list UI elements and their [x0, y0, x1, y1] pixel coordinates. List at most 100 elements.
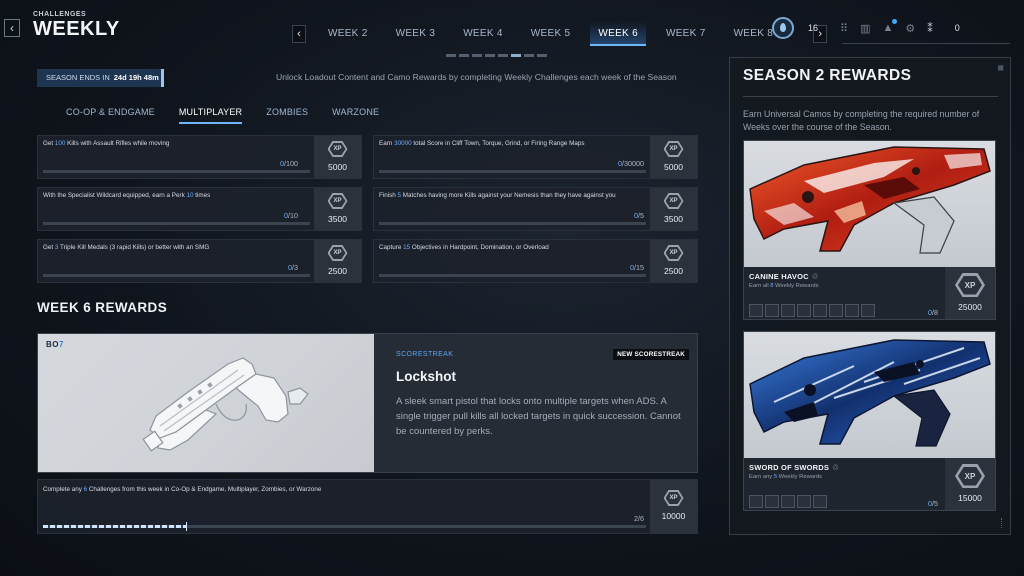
panel-menu-icon[interactable]: ◼ [997, 63, 1004, 72]
season-ends-label: SEASON ENDS IN [46, 73, 110, 82]
season-rewards-description: Earn Universal Camos by completing the r… [743, 109, 980, 132]
challenge-text: Capture 15 Objectives in Hardpoint, Domi… [379, 244, 549, 251]
week-slot [781, 495, 795, 508]
challenge-text: With the Specialist Wildcard equipped, e… [43, 192, 211, 199]
tab-warzone[interactable]: WARZONE [332, 107, 379, 124]
tab-week-5[interactable]: WEEK 5 [529, 22, 573, 46]
challenge-text: Finish 5 Matches having more Kills again… [379, 192, 616, 199]
store-icon[interactable]: ▥ [860, 22, 870, 35]
xp-reward: XP 3500 [314, 188, 361, 230]
tab-week-3[interactable]: WEEK 3 [394, 22, 438, 46]
friends-icon[interactable]: ⁑ [927, 22, 933, 35]
challenge-progress: 2/6 [634, 514, 644, 523]
smart-pistol-image [142, 357, 309, 452]
challenge-card[interactable]: Finish 5 Matches having more Kills again… [373, 187, 698, 231]
week-tabs: ‹ WEEK 2 WEEK 3 WEEK 4 WEEK 5 WEEK 6 WEE… [292, 22, 828, 46]
week-slot [861, 304, 875, 317]
challenge-progress-bar [43, 522, 646, 531]
challenge-text: Earn 30000 total Score in Cliff Town, To… [379, 140, 585, 147]
week-page-indicator [446, 54, 547, 57]
reward-name: Lockshot [396, 369, 457, 384]
xp-reward: XP 25000 [945, 267, 995, 319]
cod-points-count: 16 [808, 23, 819, 33]
tab-week-4[interactable]: WEEK 4 [461, 22, 505, 46]
page-dot [524, 54, 534, 57]
camo-reward-card[interactable]: CANINE HAVOC ♲ Earn all 8 Weekly Rewards … [743, 140, 996, 320]
xp-value: 25000 [958, 302, 982, 312]
challenge-text: Get 3 Triple Kill Medals (3 rapid Kills)… [43, 244, 210, 251]
reward-preview: BO7 [38, 334, 374, 472]
page-dot [485, 54, 495, 57]
challenge-card[interactable]: Get 100 Kills with Assault Rifles while … [37, 135, 362, 179]
challenge-progress-bar [43, 222, 310, 225]
challenge-card[interactable]: Get 3 Triple Kill Medals (3 rapid Kills)… [37, 239, 362, 283]
page-dot [459, 54, 469, 57]
gear-icon[interactable]: ⚙ [905, 22, 915, 35]
grid-menu-icon[interactable]: ⠿ [840, 22, 848, 35]
xp-value: 3500 [664, 214, 683, 224]
week-slot [781, 304, 795, 317]
week-slots [749, 495, 827, 508]
challenge-progress: 0/100 [280, 159, 298, 168]
friends-online-count: 0 [954, 23, 960, 33]
week-slot [749, 495, 763, 508]
challenge-progress: 0/10 [284, 211, 298, 220]
xp-value: 2500 [328, 266, 347, 276]
xp-value: 15000 [958, 493, 982, 503]
challenge-progress-bar [43, 274, 310, 277]
new-badge: NEW SCORESTREAK [613, 349, 689, 360]
xp-reward: XP 5000 [314, 136, 361, 178]
camo-preview [744, 141, 995, 267]
page-dot-active [511, 54, 521, 57]
week-reward-card[interactable]: BO7 SCORESTREAK NEW SCORESTREAK Lockshot… [37, 333, 698, 473]
universal-camo-icon: ♲ [832, 463, 840, 472]
tab-zombies[interactable]: ZOMBIES [266, 107, 308, 124]
page-dot [537, 54, 547, 57]
season-rewards-panel: ◼ SEASON 2 REWARDS Earn Universal Camos … [729, 57, 1011, 535]
week-slot [797, 495, 811, 508]
xp-reward: XP 3500 [650, 188, 697, 230]
xp-icon: XP [663, 141, 684, 157]
week-completion-challenge[interactable]: Complete any 6 Challenges from this week… [37, 479, 698, 534]
xp-value: 5000 [664, 162, 683, 172]
season-ends-value: 24d 19h 48m [113, 73, 159, 82]
tab-week-7[interactable]: WEEK 7 [664, 22, 708, 46]
tab-week-2[interactable]: WEEK 2 [326, 22, 370, 46]
camo-preview [744, 332, 995, 458]
tab-multiplayer[interactable]: MULTIPLAYER [178, 107, 243, 124]
back-button[interactable]: ‹ [4, 19, 20, 37]
challenge-progress: 0/15 [630, 263, 644, 272]
sword-of-swords-rifle-image [744, 332, 995, 458]
challenge-card[interactable]: With the Specialist Wildcard equipped, e… [37, 187, 362, 231]
xp-icon: XP [663, 245, 684, 261]
chevron-left-icon: ‹ [10, 21, 14, 35]
challenge-card[interactable]: Capture 15 Objectives in Hardpoint, Domi… [373, 239, 698, 283]
panel-scrollbar[interactable] [1001, 518, 1004, 528]
notification-bell-icon[interactable]: ▲ [882, 19, 898, 34]
tab-week-6[interactable]: WEEK 6 [590, 22, 646, 46]
camo-name: SWORD OF SWORDS ♲ [749, 463, 840, 472]
reward-description: A sleek smart pistol that locks onto mul… [396, 396, 681, 437]
xp-reward: XP 15000 [945, 458, 995, 510]
camo-reward-card[interactable]: SWORD OF SWORDS ♲ Earn any 5 Weekly Rewar… [743, 331, 996, 511]
xp-reward: XP 2500 [314, 240, 361, 282]
challenge-card[interactable]: Earn 30000 total Score in Cliff Town, To… [373, 135, 698, 179]
reward-details: SCORESTREAK NEW SCORESTREAK Lockshot A s… [374, 334, 697, 472]
xp-value: 10000 [661, 511, 686, 521]
camo-progress: 0/5 [928, 499, 938, 508]
week-slot [845, 304, 859, 317]
xp-reward: XP 10000 [650, 480, 697, 533]
week-slots [749, 304, 875, 317]
cod-points-icon[interactable] [772, 17, 794, 39]
prev-week-button[interactable]: ‹ [292, 25, 306, 43]
xp-value: 2500 [664, 266, 683, 276]
xp-icon: XP [955, 464, 985, 488]
divider [842, 43, 1010, 44]
challenge-progress-bar [43, 170, 310, 173]
tab-coop-endgame[interactable]: CO-OP & ENDGAME [66, 107, 155, 124]
top-bar: ‹ CHALLENGES WEEKLY ‹ WEEK 2 WEEK 3 WEEK… [0, 0, 1024, 57]
player-status: 16 ⠿ ▥ ▲ ⚙ ⁑ 0 [772, 14, 960, 42]
tab-week-8[interactable]: WEEK 8 [732, 22, 776, 46]
mode-tabs: CO-OP & ENDGAME MULTIPLAYER ZOMBIES WARZ… [66, 107, 403, 124]
challenge-progress: 0/30000 [618, 159, 644, 168]
